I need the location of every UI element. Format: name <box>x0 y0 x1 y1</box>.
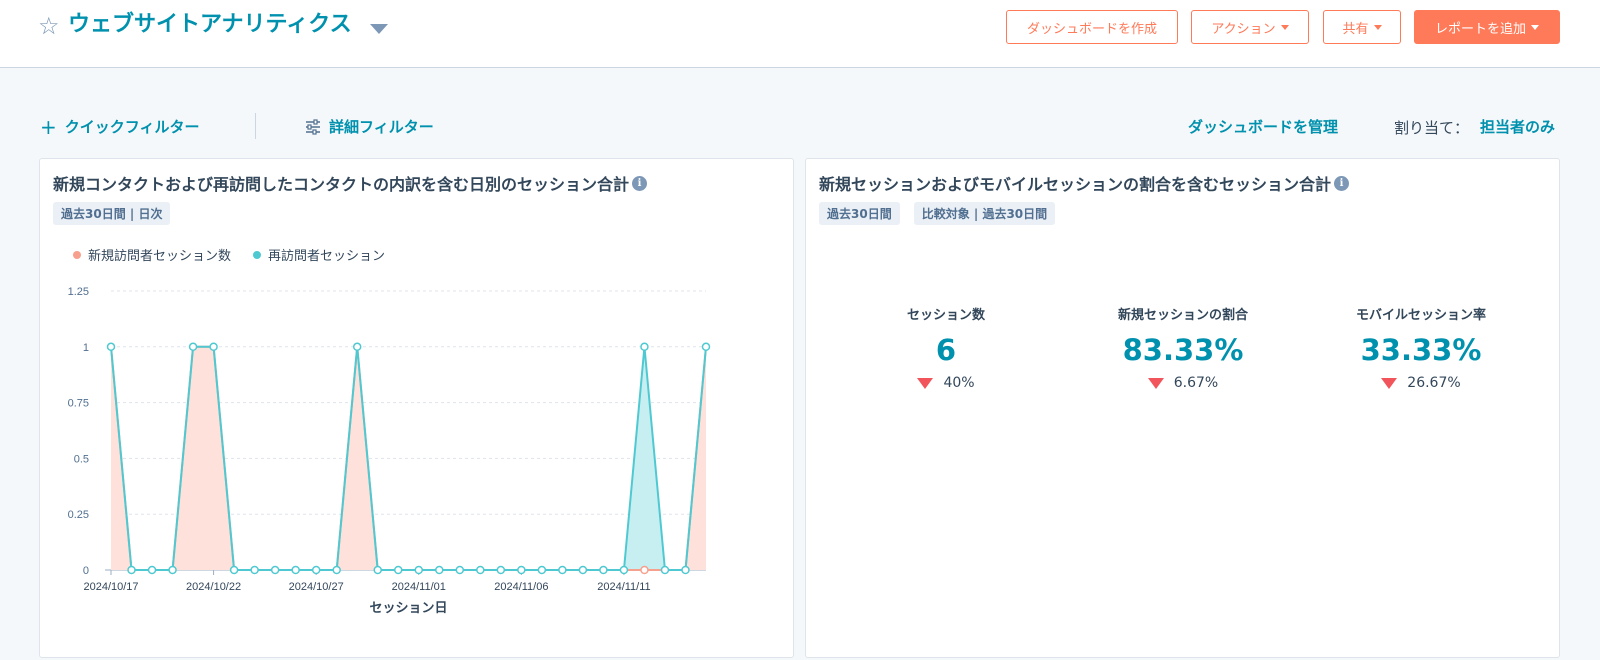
x-tick-label: 2024/10/22 <box>186 581 241 593</box>
decrease-arrow-icon <box>1147 377 1164 389</box>
point-returning-visitor-sessions <box>127 565 136 575</box>
sessions-area-chart: 0 0.25 0.5 0.75 1 1.25 2024/10/17 2024/10/22 202… <box>68 286 711 616</box>
quick-filter-button[interactable]: + クイックフィルター <box>40 116 199 137</box>
add-report-button[interactable]: レポートを追加 <box>1414 10 1560 44</box>
filter-bar: + クイックフィルター 詳細フィルター ダッシュボードを管理 割り当て： 担当者… <box>0 110 1600 144</box>
point-returning-visitor-sessions <box>414 565 424 575</box>
point-returning-visitor-sessions <box>435 565 444 575</box>
y-tick-label: 0.75 <box>68 398 89 410</box>
point-returning-visitor-sessions <box>455 565 465 575</box>
actions-label: アクション <box>1211 21 1276 37</box>
assign-label: 割り当て： <box>1394 119 1470 137</box>
point-returning-visitor-sessions <box>209 342 218 352</box>
point-returning-visitor-sessions <box>332 565 341 575</box>
kpi-change-value: 26.67% <box>1407 375 1461 391</box>
point-returning-visitor-sessions <box>373 565 382 575</box>
point-returning-visitor-sessions <box>147 565 157 575</box>
advanced-filter-label: 詳細フィルター <box>329 118 434 136</box>
y-tick-label: 0.5 <box>74 453 89 465</box>
decrease-arrow-icon <box>917 377 934 389</box>
actions-button[interactable]: アクション <box>1191 10 1309 44</box>
manage-dashboard-link[interactable]: ダッシュボードを管理 <box>1188 116 1338 137</box>
kpi-sessions: セッション数 6 40% <box>826 304 1066 391</box>
y-tick-label: 1.25 <box>68 286 89 298</box>
kpi-value: 83.33% <box>1122 333 1244 367</box>
kpi-label: モバイルセッション率 <box>1355 308 1486 323</box>
point-returning-visitor-sessions <box>393 565 403 575</box>
create-dashboard-button[interactable]: ダッシュボードを作成 <box>1006 10 1178 44</box>
decrease-arrow-icon <box>1381 377 1398 389</box>
y-tick-label: 0 <box>83 565 89 577</box>
date-range-tag: 過去30日間 <box>819 202 900 225</box>
quick-filter-label: クイックフィルター <box>64 118 200 136</box>
kpi-label: 新規セッションの割合 <box>1117 308 1248 323</box>
point-returning-visitor-sessions <box>558 565 567 575</box>
point-returning-visitor-sessions <box>106 342 116 352</box>
dashboard-header: ☆ ウェブサイトアナリティクス ダッシュボードを作成 アクション 共有 レポート… <box>0 0 1600 68</box>
chevron-down-icon <box>1531 24 1539 30</box>
point-returning-visitor-sessions <box>681 565 690 575</box>
x-tick-label: 2024/10/17 <box>83 581 138 593</box>
plus-icon: + <box>40 114 57 139</box>
y-tick-label: 1 <box>83 342 89 354</box>
point-returning-visitor-sessions <box>517 565 526 575</box>
kpi-mobile-session-rate: モバイルセッション率 33.33% 26.67% <box>1301 304 1541 391</box>
report-card-daily-sessions: 新規コンタクトおよび再訪問したコンタクトの内訳を含む日別のセッション合計 i 過… <box>39 158 794 658</box>
filter-divider <box>255 113 256 139</box>
point-returning-visitor-sessions <box>701 342 711 352</box>
create-dashboard-label: ダッシュボードを作成 <box>1026 21 1157 37</box>
point-returning-visitor-sessions <box>640 342 649 352</box>
point-returning-visitor-sessions <box>168 565 177 575</box>
report-card-session-kpis: 新規セッションおよびモバイルセッションの割合を含むセッション合計 i 過去30日… <box>805 158 1560 658</box>
point-returning-visitor-sessions <box>619 565 629 575</box>
point-returning-visitor-sessions <box>476 565 485 575</box>
point-returning-visitor-sessions <box>352 342 362 352</box>
kpi-change: 26.67% <box>1301 375 1541 391</box>
x-tick-label: 2024/11/06 <box>494 581 548 593</box>
x-axis-title: セッション日 <box>369 601 447 616</box>
x-tick-label: 2024/11/11 <box>597 581 650 593</box>
point-returning-visitor-sessions <box>496 565 506 575</box>
point-returning-visitor-sessions <box>270 565 280 575</box>
comparison-tag: 比較対象 | 過去30日間 <box>913 202 1056 225</box>
point-returning-visitor-sessions <box>229 565 239 575</box>
chevron-down-icon <box>1373 24 1382 30</box>
dashboard-switcher-caret-icon[interactable] <box>370 24 388 34</box>
assign-value-link[interactable]: 担当者のみ <box>1480 116 1555 137</box>
point-returning-visitor-sessions <box>537 565 547 575</box>
point-returning-visitor-sessions <box>578 565 588 575</box>
sliders-icon <box>305 118 321 135</box>
kpi-value: 6 <box>935 333 957 367</box>
favorite-star-icon[interactable]: ☆ <box>38 12 60 40</box>
kpi-label: セッション数 <box>906 308 985 323</box>
kpi-change-value: 40% <box>943 375 975 391</box>
point-returning-visitor-sessions <box>250 565 259 575</box>
kpi-new-session-rate: 新規セッションの割合 83.33% 6.67% <box>1063 304 1303 391</box>
report-title-text: 新規セッションおよびモバイルセッションの割合を含むセッション合計 <box>819 175 1332 194</box>
share-button[interactable]: 共有 <box>1323 10 1401 44</box>
page-title[interactable]: ウェブサイトアナリティクス <box>68 10 352 40</box>
info-icon[interactable]: i <box>1334 175 1350 191</box>
share-label: 共有 <box>1342 21 1369 37</box>
chevron-down-icon <box>1280 24 1289 30</box>
y-tick-label: 0.25 <box>68 509 89 521</box>
point-returning-visitor-sessions <box>291 565 300 575</box>
add-report-label: レポートを追加 <box>1434 21 1526 37</box>
point-returning-visitor-sessions <box>599 565 608 575</box>
kpi-change-value: 6.67% <box>1173 375 1219 391</box>
kpi-value: 33.33% <box>1360 333 1482 367</box>
x-tick-label: 2024/10/27 <box>289 581 344 593</box>
point-returning-visitor-sessions <box>660 565 670 575</box>
report-tags: 過去30日間 比較対象 | 過去30日間 <box>819 202 1056 225</box>
point-returning-visitor-sessions <box>311 565 321 575</box>
report-title[interactable]: 新規セッションおよびモバイルセッションの割合を含むセッション合計 i <box>819 171 1350 195</box>
kpi-change: 6.67% <box>1063 375 1303 391</box>
point-new-visitor-sessions <box>640 565 649 575</box>
kpi-change: 40% <box>826 375 1066 391</box>
x-tick-label: 2024/11/01 <box>392 581 446 593</box>
point-returning-visitor-sessions <box>188 342 198 352</box>
advanced-filter-button[interactable]: 詳細フィルター <box>305 116 434 137</box>
